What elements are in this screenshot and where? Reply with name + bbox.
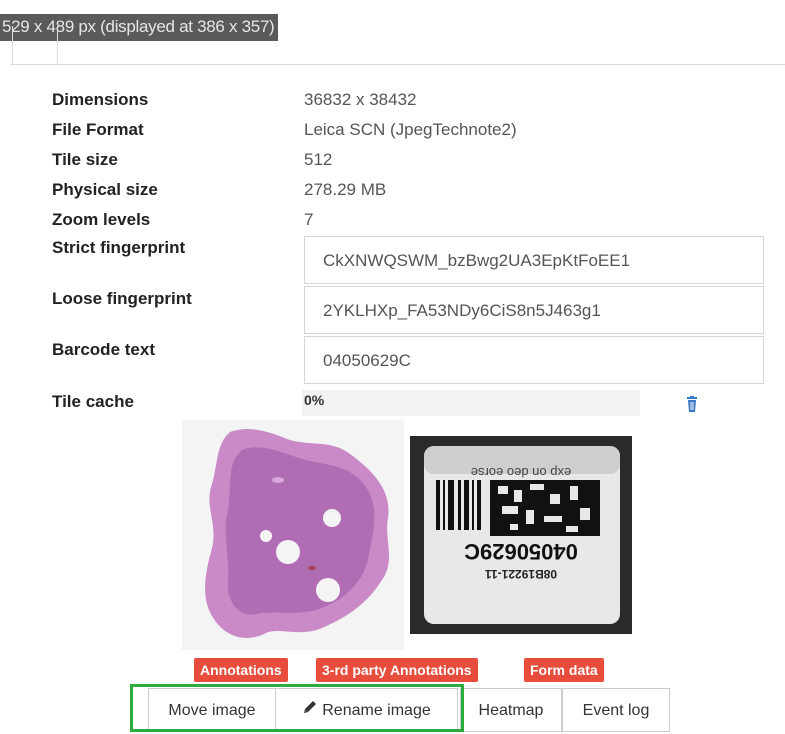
tile-cache-label: Tile cache <box>52 392 134 411</box>
trash-icon[interactable] <box>686 396 698 412</box>
tissue-image <box>205 429 390 638</box>
zoom-levels-value: 7 <box>304 210 314 229</box>
label-top-text: exp on deo eorse <box>471 465 571 480</box>
tab-stub <box>12 26 58 64</box>
label-code-text: 04050629C <box>464 539 578 564</box>
label-id-text: 08B19221-11 <box>485 567 557 581</box>
barcode-text-field[interactable]: 04050629C <box>304 336 764 384</box>
physical-size-value: 278.29 MB <box>304 180 387 199</box>
annotations-tag[interactable]: Annotations <box>194 658 288 682</box>
tile-cache-progress-bar <box>302 390 640 416</box>
third-party-annotations-tag[interactable]: 3-rd party Annotations <box>316 658 478 682</box>
event-log-label: Event log <box>582 702 650 719</box>
file-format-value: Leica SCN (JpegTechnote2) <box>304 120 517 139</box>
slide-thumbnail[interactable] <box>182 420 404 650</box>
dimensions-value: 36832 x 38432 <box>304 90 417 109</box>
tile-cache-value: 0% <box>304 392 325 408</box>
label-thumbnail[interactable]: exp on deo eorse 08B19221-11 04050629C <box>410 436 632 634</box>
loose-fingerprint-field[interactable]: 2YKLHXp_FA53NDy6CiS8n5J463g1 <box>304 286 764 334</box>
tile-size-label: Tile size <box>52 150 118 169</box>
highlight-box <box>130 684 464 732</box>
file-format-label: File Format <box>52 120 144 139</box>
tile-size-value: 512 <box>304 150 333 169</box>
strict-fingerprint-label: Strict fingerprint <box>52 238 186 257</box>
event-log-button[interactable]: Event log <box>562 688 670 732</box>
physical-size-label: Physical size <box>52 180 158 199</box>
dimensions-label: Dimensions <box>52 90 149 109</box>
barcode-text-label: Barcode text <box>52 340 155 359</box>
loose-fingerprint-label: Loose fingerprint <box>52 289 192 308</box>
heatmap-label: Heatmap <box>478 702 544 719</box>
divider <box>10 64 785 65</box>
heatmap-button[interactable]: Heatmap <box>460 688 562 732</box>
strict-fingerprint-field[interactable]: CkXNWQSWM_bzBwg2UA3EpKtFoEE1 <box>304 236 764 284</box>
slide-label-image: exp on deo eorse 08B19221-11 04050629C <box>424 446 620 624</box>
zoom-levels-label: Zoom levels <box>52 210 151 229</box>
form-data-tag[interactable]: Form data <box>524 658 604 682</box>
